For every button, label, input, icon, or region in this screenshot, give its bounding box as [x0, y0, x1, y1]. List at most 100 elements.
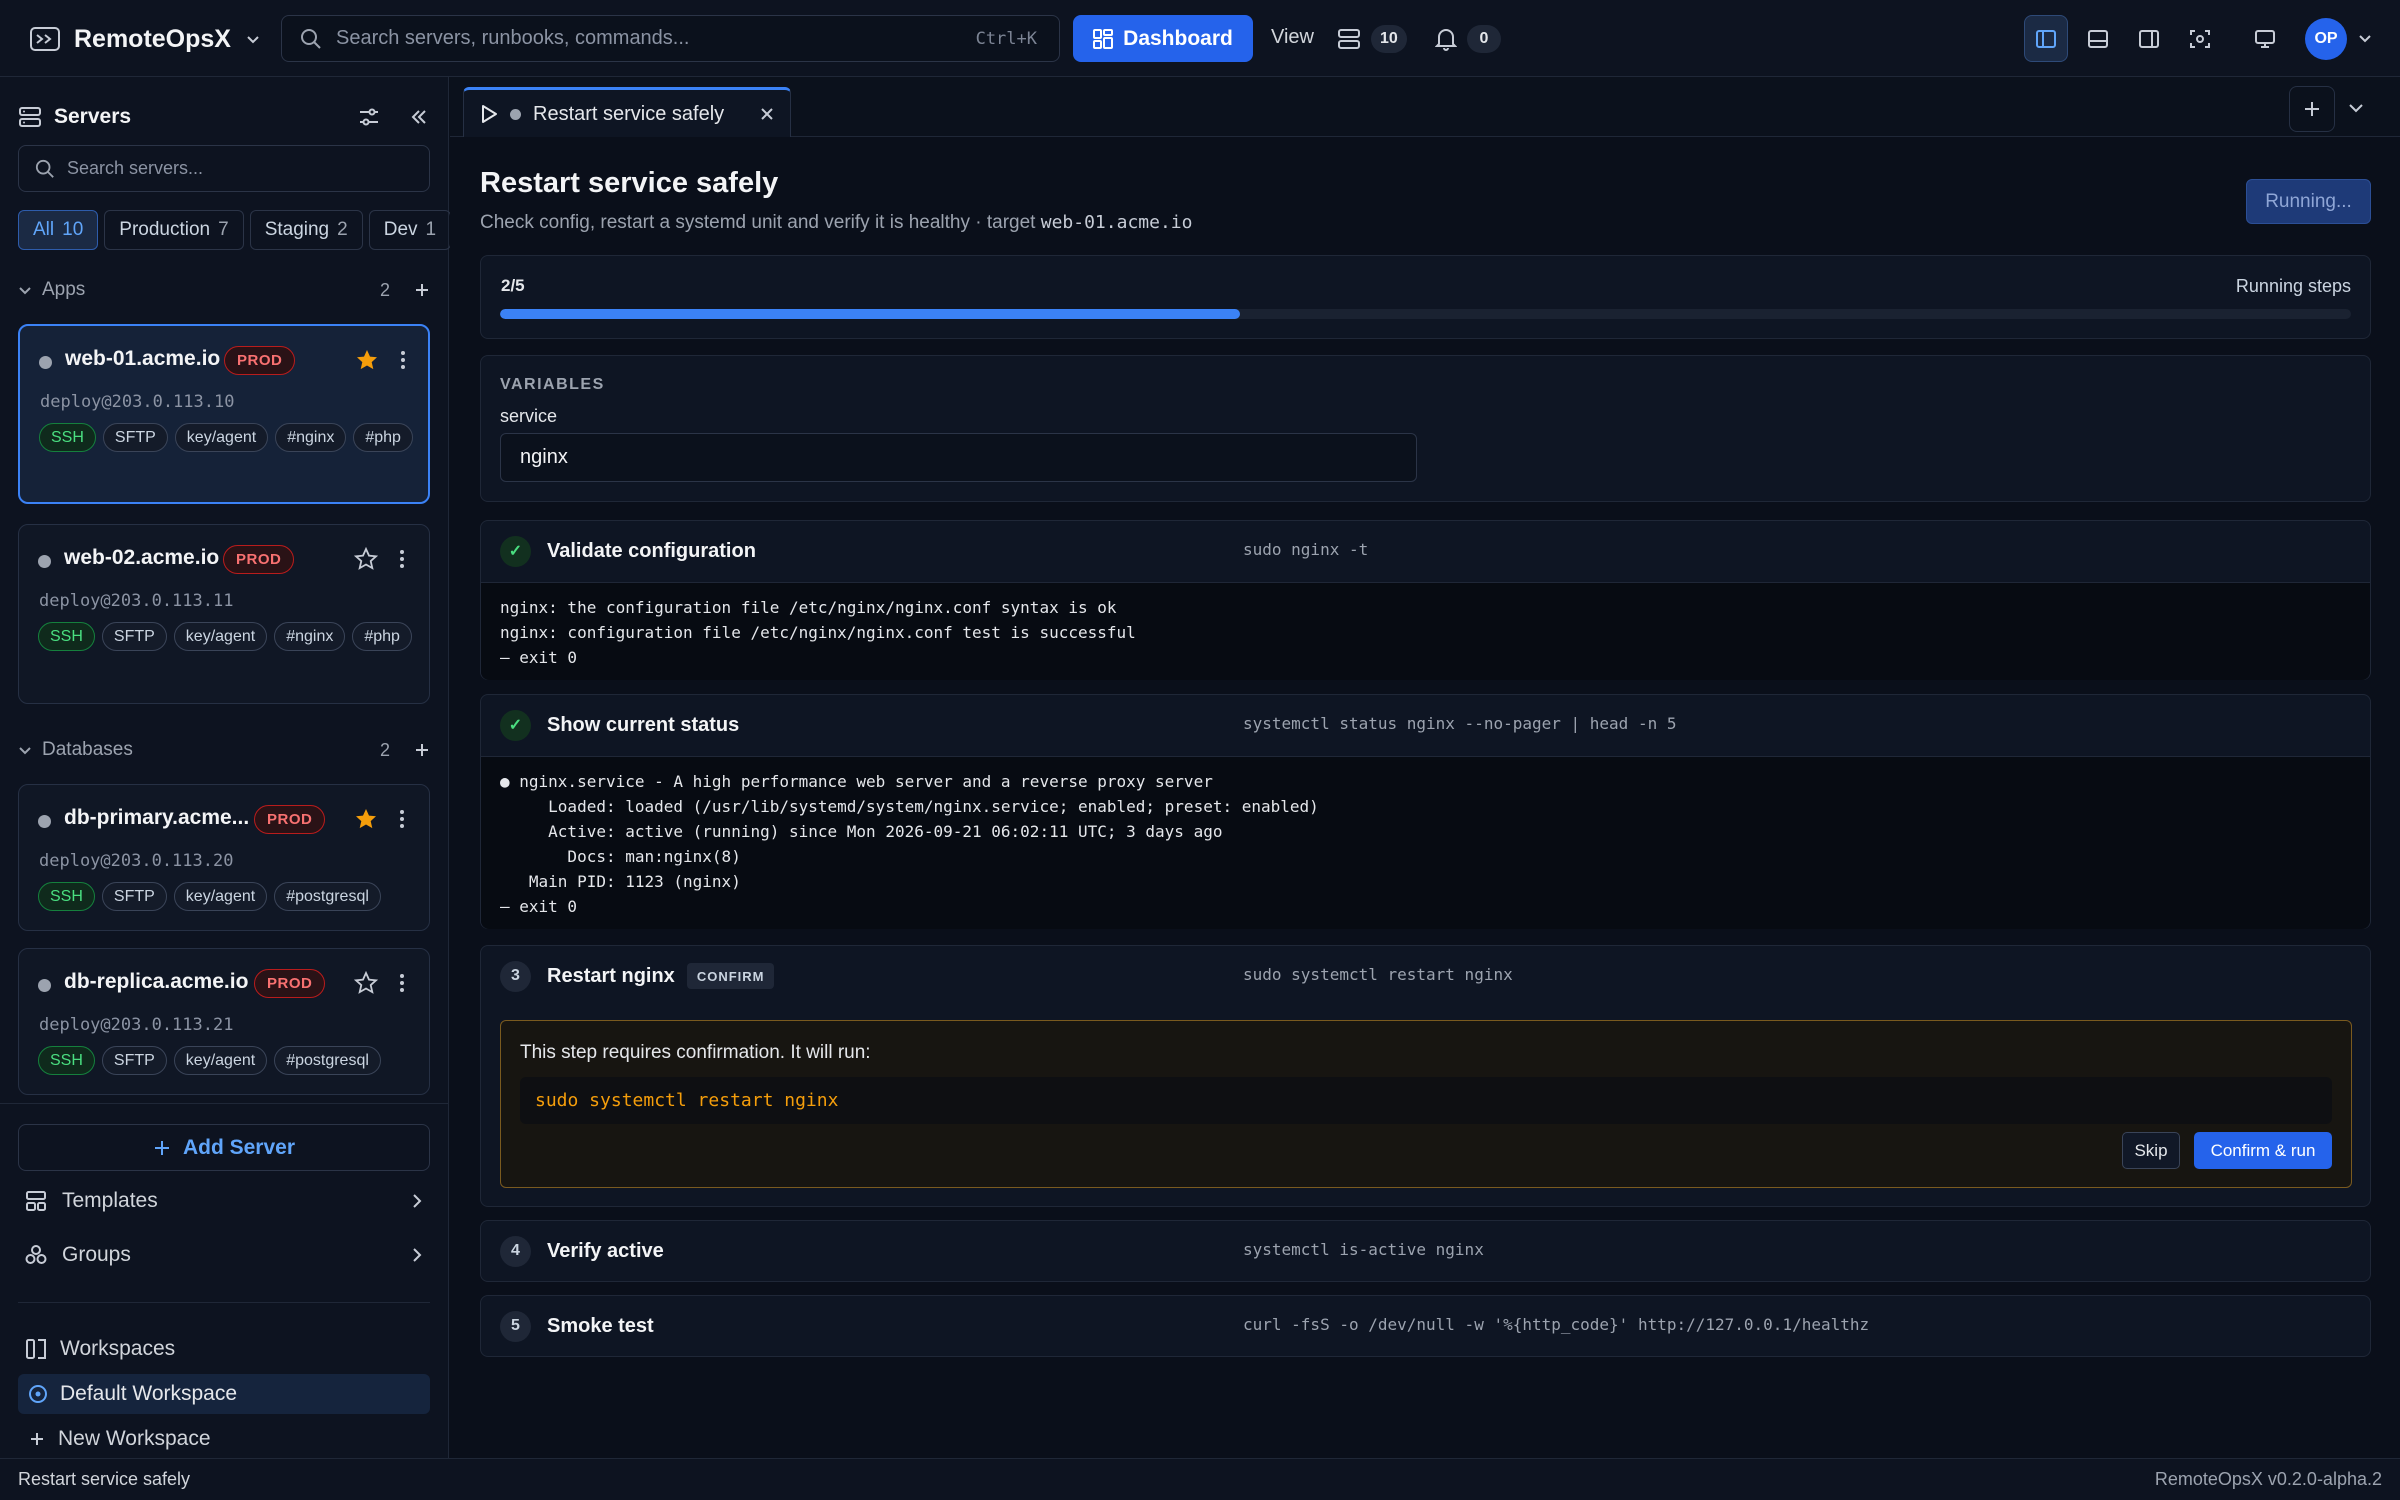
step-header[interactable]: ✓ Validate configuration sudo nginx -t	[481, 521, 2370, 581]
server-host: web-02.acme.io	[64, 546, 220, 569]
toggle-bottom-panel-button[interactable]	[2076, 15, 2120, 62]
star-filled-icon[interactable]	[354, 807, 378, 831]
star-outline-icon[interactable]	[354, 547, 378, 571]
top-bar: RemoteOpsX Search servers, runbooks, com…	[0, 0, 2400, 77]
filter-dev[interactable]: Dev 1	[368, 210, 452, 250]
bell-icon	[1435, 27, 1457, 51]
server-card-web-02[interactable]: web-02.acme.io PROD deploy@203.0.113.11 …	[18, 524, 430, 704]
nav-templates[interactable]: Templates	[18, 1181, 430, 1221]
tab-label: Restart service safely	[533, 102, 725, 125]
filter-production[interactable]: Production 7	[104, 210, 244, 250]
focus-mode-button[interactable]	[2178, 15, 2222, 62]
step-header[interactable]: 3 Restart nginx CONFIRM sudo systemctl r…	[481, 946, 2370, 1006]
plus-icon	[28, 1430, 46, 1448]
status-dot	[38, 979, 51, 992]
add-to-group-icon[interactable]	[414, 742, 430, 758]
step-check-icon: ✓	[500, 535, 531, 567]
search-placeholder: Search servers, runbooks, commands...	[336, 27, 690, 49]
active-workspace-icon	[28, 1384, 48, 1404]
workspace-item-default[interactable]: Default Workspace	[18, 1374, 430, 1414]
sidebar-right-icon	[2138, 28, 2160, 50]
toggle-left-panel-button[interactable]	[2024, 15, 2068, 62]
display-button[interactable]	[2243, 15, 2287, 62]
tag: SFTP	[102, 423, 168, 452]
step-command: sudo systemctl restart nginx	[1243, 965, 1513, 984]
workspaces-header[interactable]: Workspaces	[18, 1329, 430, 1369]
toggle-right-panel-button[interactable]	[2127, 15, 2171, 62]
step-header[interactable]: ✓ Show current status systemctl status n…	[481, 695, 2370, 755]
more-options-icon[interactable]	[391, 971, 413, 995]
env-badge: PROD	[254, 969, 326, 998]
runbook-description: Check config, restart a systemd unit and…	[480, 212, 1192, 234]
close-icon[interactable]	[760, 107, 774, 121]
step-title: Restart nginx	[547, 964, 675, 987]
dashboard-button[interactable]: Dashboard	[1073, 15, 1253, 62]
confirm-and-run-button[interactable]: Confirm & run	[2194, 1132, 2332, 1169]
global-search-input[interactable]: Search servers, runbooks, commands... Ct…	[281, 15, 1060, 62]
star-filled-icon[interactable]	[355, 348, 379, 372]
step-check-icon: ✓	[500, 709, 531, 741]
star-outline-icon[interactable]	[354, 971, 378, 995]
servers-count-button[interactable]: 10	[1337, 20, 1407, 57]
chevron-right-icon	[410, 1247, 424, 1263]
service-variable-input[interactable]: nginx	[500, 433, 1417, 482]
step-title: Validate configuration	[547, 539, 756, 562]
skip-button[interactable]: Skip	[2122, 1132, 2180, 1169]
tag: #postgresql	[274, 1046, 381, 1075]
filter-count: 7	[218, 219, 229, 240]
new-tab-button[interactable]	[2289, 86, 2335, 132]
servers-sidebar: Servers Search servers... All 10 Producti…	[0, 77, 452, 1459]
progress-status: Running steps	[2235, 276, 2351, 296]
server-card-db-primary[interactable]: db-primary.acme... PROD deploy@203.0.113…	[18, 784, 430, 931]
plus-icon	[153, 1139, 171, 1157]
step-show-current-status: ✓ Show current status systemctl status n…	[480, 694, 2371, 929]
add-server-button[interactable]: Add Server	[18, 1124, 430, 1171]
server-search-input[interactable]: Search servers...	[18, 145, 430, 192]
run-status-button[interactable]: Running...	[2246, 179, 2371, 224]
avatar[interactable]: OP	[2305, 18, 2347, 60]
tab-bar: Restart service safely	[450, 77, 2400, 138]
progress-panel: 2/5 Running steps	[480, 255, 2371, 339]
app-version: RemoteOpsX v0.2.0-alpha.2	[2154, 1469, 2382, 1489]
view-menu[interactable]: View	[1271, 26, 1314, 49]
add-to-group-icon[interactable]	[414, 282, 430, 298]
description-text: Check config, restart a systemd unit and…	[480, 212, 1036, 233]
step-command: sudo nginx -t	[1243, 540, 1369, 559]
group-label: Databases	[42, 739, 133, 760]
filter-all[interactable]: All 10	[18, 210, 99, 250]
more-options-icon[interactable]	[391, 807, 413, 831]
step-output: nginx: the configuration file /etc/nginx…	[481, 582, 2370, 680]
account-chevron-down-icon[interactable]	[2357, 32, 2373, 46]
more-options-icon[interactable]	[392, 348, 414, 372]
group-header-databases[interactable]: Databases 2	[18, 733, 430, 767]
filter-settings-icon[interactable]	[358, 106, 380, 128]
collapse-sidebar-icon[interactable]	[410, 108, 428, 126]
more-options-icon[interactable]	[391, 547, 413, 571]
target-host: web-01.acme.io	[1040, 212, 1193, 233]
tag: SFTP	[101, 1046, 167, 1075]
app-switcher[interactable]: RemoteOpsX	[30, 20, 261, 58]
nav-groups[interactable]: Groups	[18, 1235, 430, 1275]
filter-staging[interactable]: Staging 2	[249, 210, 363, 250]
group-header-apps[interactable]: Apps 2	[18, 273, 430, 307]
notifications-button[interactable]: 0	[1435, 20, 1501, 57]
focus-frame-icon	[2189, 28, 2211, 50]
tag: SFTP	[101, 622, 167, 651]
step-title: Smoke test	[547, 1314, 654, 1337]
new-workspace-button[interactable]: New Workspace	[18, 1419, 430, 1459]
environment-filters: All 10 Production 7 Staging 2 Dev 1	[18, 210, 452, 250]
step-header[interactable]: 5 Smoke test curl -fsS -o /dev/null -w '…	[481, 1296, 2370, 1356]
monitor-icon	[2254, 28, 2276, 50]
step-number: 3	[500, 960, 531, 992]
tab-runbook[interactable]: Restart service safely	[463, 87, 791, 138]
tab-list-chevron-down-icon[interactable]	[2346, 93, 2366, 123]
step-verify-active: 4 Verify active systemctl is-active ngin…	[480, 1220, 2371, 1282]
server-card-web-01[interactable]: web-01.acme.io PROD deploy@203.0.113.10 …	[18, 324, 430, 504]
server-host: web-01.acme.io	[65, 347, 221, 370]
confirmation-message: This step requires confirmation. It will…	[520, 1042, 871, 1063]
tag: key/agent	[173, 1046, 268, 1075]
server-card-db-replica[interactable]: db-replica.acme.io PROD deploy@203.0.113…	[18, 948, 430, 1095]
step-header[interactable]: 4 Verify active systemctl is-active ngin…	[481, 1221, 2370, 1281]
server-tags: SSH SFTP key/agent #nginx #php	[38, 622, 418, 651]
server-host: db-replica.acme.io	[64, 970, 249, 993]
